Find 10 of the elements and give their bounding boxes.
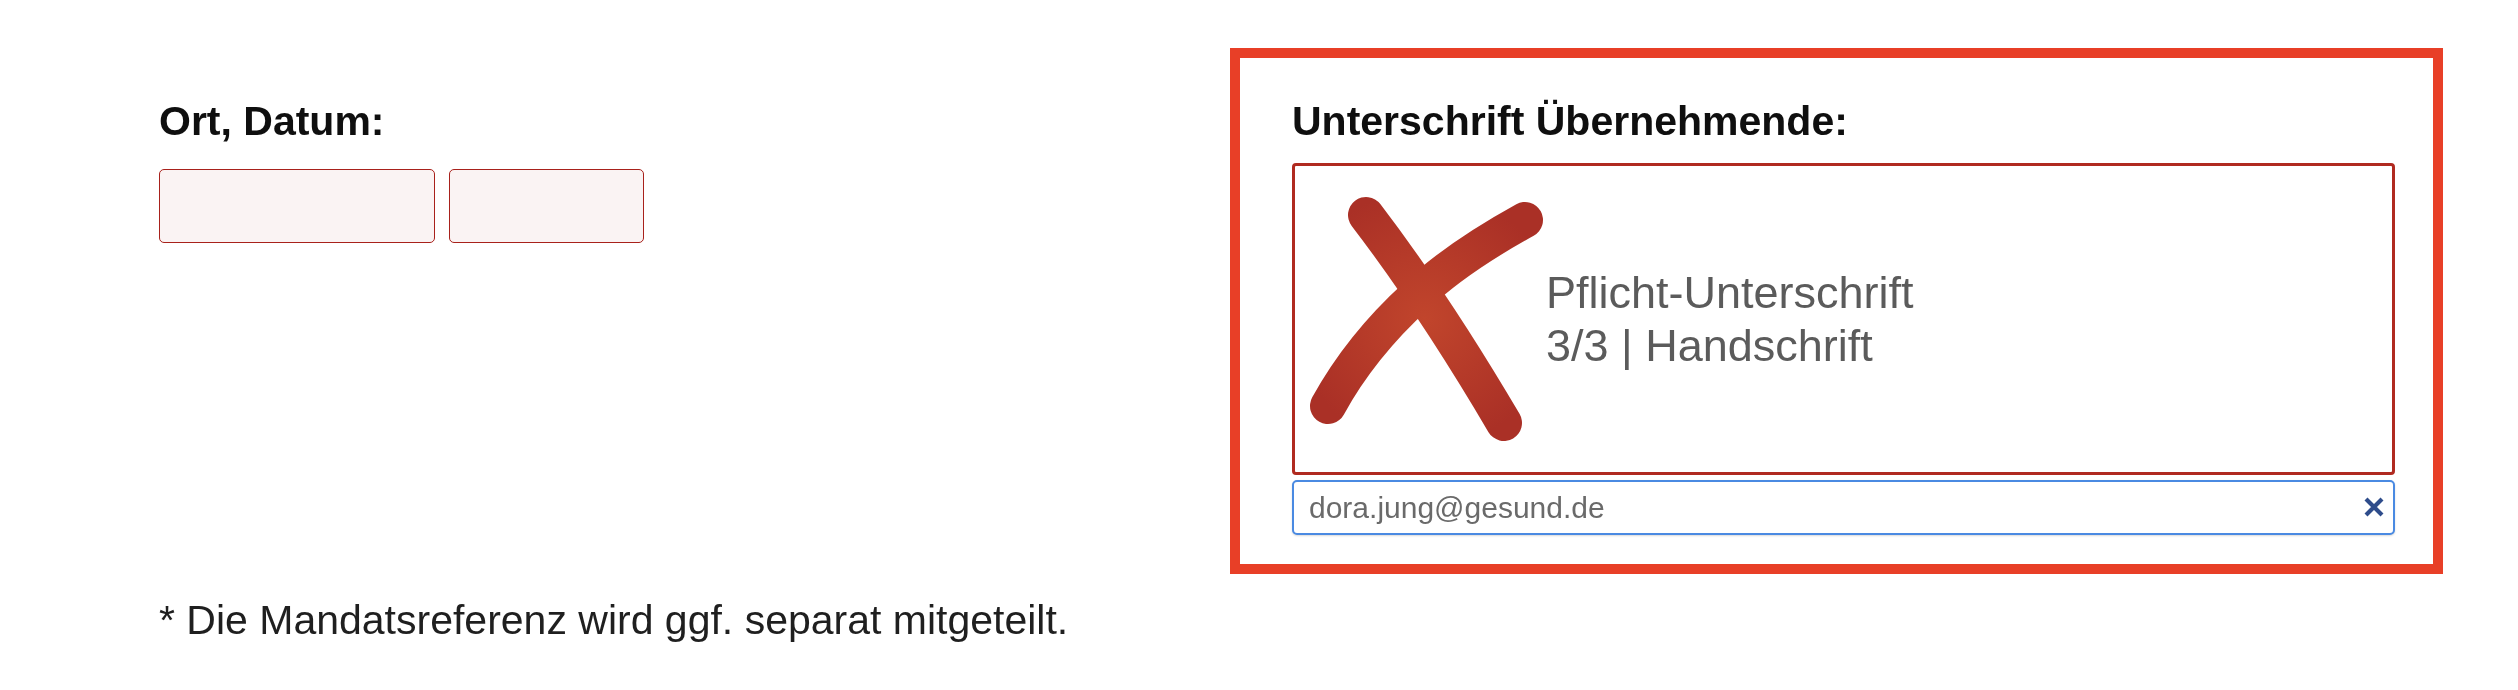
email-field[interactable]: dora.jung@gesund.de [1292,480,2395,535]
field-label: Ort, Datum: [159,98,385,145]
place-field[interactable] [159,169,435,243]
date-field[interactable] [449,169,644,243]
clear-icon[interactable] [2363,496,2385,518]
signature-box[interactable]: Pflicht-Unterschrift 3/3 | Handschrift [1292,163,2395,475]
signature-status: Pflicht-Unterschrift [1546,266,1914,319]
footnote: * Die Mandatsreferenz wird ggf. separat mitgeteilt. [159,597,1069,644]
signature-detail: 3/3 | Handschrift [1546,319,1873,372]
field-label: Unterschrift Übernehmende: [1292,98,1848,145]
